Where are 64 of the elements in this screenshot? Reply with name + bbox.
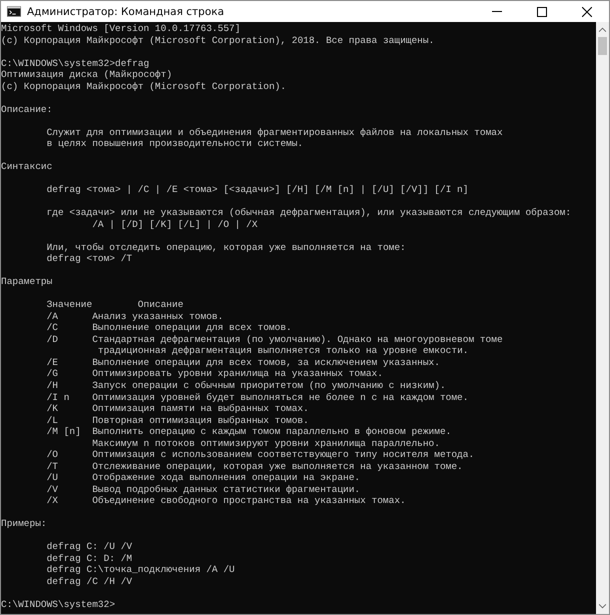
parameter-description: Вывод подробных данных статистики фрагментации.	[92, 484, 360, 495]
window-title: Администратор: Командная строка	[27, 6, 224, 18]
parameter-description: Оптимизация уровней будет выполняться не более n с на каждом томе.	[92, 392, 468, 402]
parameter-description: Повторная оптимизация выбранных томов.	[92, 414, 309, 426]
parameter-description: Оптимизация с использованием соответствующего типу носителя метода.	[92, 449, 474, 460]
parameter-name: /O	[46, 449, 59, 461]
parameter-description: Запуск операции с обычным приоритетом (по умолчанию с низким).	[92, 380, 446, 391]
parameter-description: Отслеживание операции, которая уже выполняется на указанном томе.	[92, 460, 463, 472]
console-line: Максимум n потоков оптимизируют уровни хранилища параллельно.	[92, 438, 440, 449]
console-line: в целях повышения производительности системы.	[46, 138, 304, 150]
column-header: Описание	[138, 299, 184, 310]
parameter-name: /H	[46, 380, 59, 392]
parameter-description: Стандартная дефрагментация (по умолчанию). Однако на многоуровневом томе	[92, 334, 503, 345]
console-line: Microsoft Windows [Version 10.0.17763.557]	[1, 23, 240, 34]
parameter-name: /E	[46, 356, 59, 368]
console-line: Служит для оптимизации и объединения фрагментированных файлов на локальных томах	[46, 126, 503, 138]
parameter-description: Выполнение операции для всех томов, за исключением указанных.	[92, 356, 440, 368]
console-line: (c) Корпорация Майкрософт (Microsoft Corporation).	[1, 80, 286, 92]
parameter-description: Анализ указанных томов.	[92, 310, 224, 322]
parameter-description: Выполнение операции для всех томов.	[92, 322, 292, 334]
parameter-description: Отображение хода выполнения операции на экране.	[92, 472, 360, 484]
scroll-up-icon[interactable]	[599, 27, 606, 32]
console-line: defrag C: D: /M	[46, 552, 132, 564]
parameter-description: Объединение свободного пространства на указанных томах.	[92, 495, 406, 506]
console-line: Или, чтобы отследить операцию, которая уже выполняется на томе:	[46, 242, 406, 253]
parameter-description: Выполнить операцию с каждым томом параллельно в фоновом режиме.	[92, 426, 452, 438]
parameter-name: /G	[46, 368, 59, 380]
scroll-down-icon[interactable]	[599, 604, 606, 609]
console-line: Примеры:	[1, 518, 47, 530]
console-line: традиционная дефрагментация выполняется только на уровне емкости.	[98, 345, 468, 356]
parameter-name: /C	[46, 322, 59, 334]
console-line: Синтаксис	[1, 161, 52, 172]
console-line: defrag C: /U /V	[46, 541, 132, 552]
parameter-name: /V	[46, 484, 59, 496]
console-line: C:\WINDOWS\system32>defrag	[1, 58, 150, 69]
scrollbar[interactable]	[596, 22, 609, 614]
column-header: Значение	[46, 299, 94, 311]
console-line: defrag <том> /T	[46, 253, 132, 264]
parameter-name: /U	[46, 472, 59, 484]
console-line: C:\WINDOWS\system32>	[1, 598, 116, 610]
close-icon	[582, 6, 592, 16]
maximize-icon	[536, 6, 546, 16]
parameter-name: /A	[46, 310, 59, 322]
parameter-description: Оптимизация памяти на выбранных томах.	[92, 403, 309, 414]
terminal-icon	[7, 6, 21, 17]
parameter-name: /K	[46, 403, 59, 415]
scrollbar-thumb[interactable]	[598, 37, 607, 55]
parameter-name: /I n	[46, 392, 70, 404]
parameter-description: Оптимизировать уровни хранилища на указанных томах.	[92, 368, 383, 380]
minimize-icon	[492, 11, 502, 12]
parameter-name: /L	[46, 414, 59, 426]
console-line: defrag <тома> | /C | /E <тома> [<задачи>] [/H] [/M [n] | [/U] [/V]] [/I n]	[46, 184, 468, 196]
parameter-name: /D	[46, 334, 59, 346]
console-line: Описание:	[1, 104, 52, 115]
console-line: где <задачи> или не указываются (обычная дефрагментация), или указываются следующим образом:	[46, 207, 572, 218]
console-line: Параметры	[1, 276, 52, 288]
console-line: defrag C:\точка_подключения /A /U	[46, 564, 235, 576]
console-line: Оптимизация диска (Майкрософт)	[1, 69, 172, 80]
console-line: (c) Корпорация Майкрософт (Microsoft Corporation), 2018. Все права защищены.	[1, 34, 434, 46]
parameter-name: /X	[46, 495, 59, 507]
console-line: /A | [/D] [/K] [/L] | /O | /X	[92, 218, 258, 230]
parameter-name: /T	[46, 460, 59, 472]
parameter-name: /M [n]	[46, 426, 82, 438]
console-line: defrag /C /H /V	[46, 576, 132, 587]
